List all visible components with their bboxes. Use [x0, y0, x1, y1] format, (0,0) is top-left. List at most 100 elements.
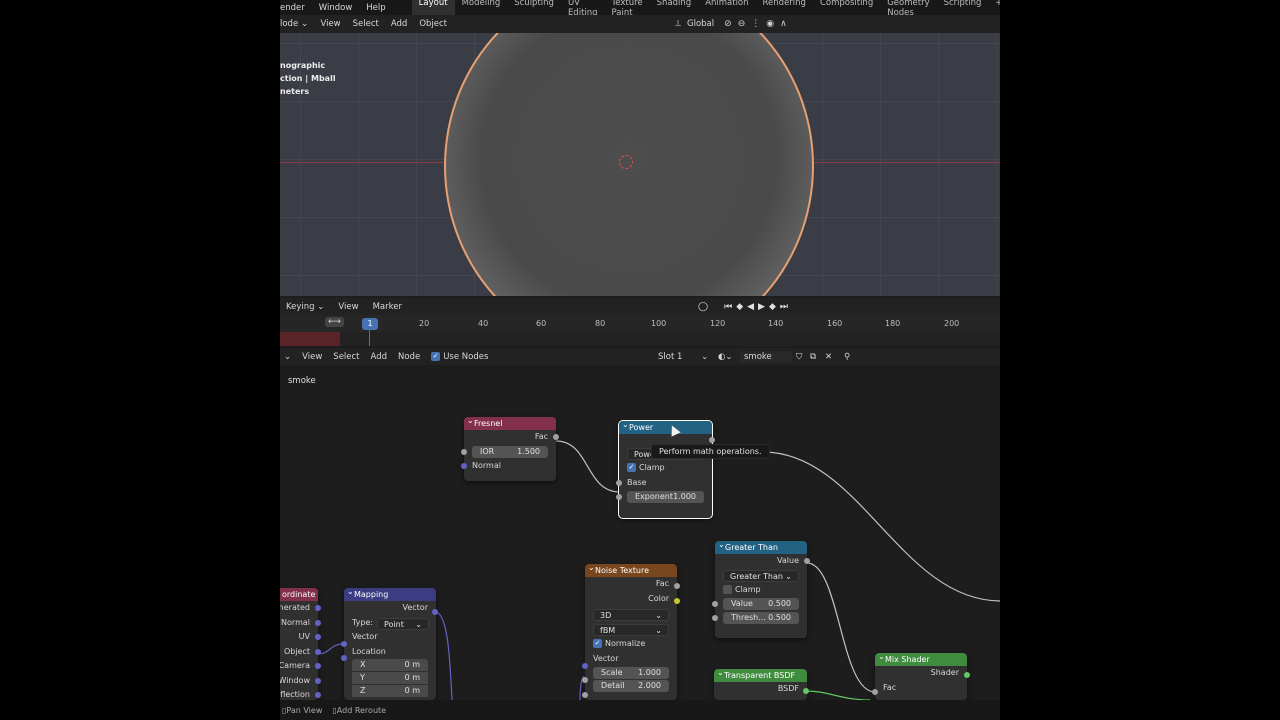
noise-color-socket[interactable] [674, 598, 680, 604]
node-mapping[interactable]: Mapping Vector Type: Point ⌄ Vector Locat… [344, 588, 436, 700]
mapping-vector-socket[interactable] [341, 641, 347, 647]
menu-help[interactable]: Help [360, 3, 393, 13]
scale-field[interactable]: Scale 1.000 [593, 667, 669, 679]
location-z-field[interactable]: Z 0 m [352, 685, 428, 697]
next-keyframe-icon[interactable]: ◆ [769, 302, 776, 312]
node-texture-coordinate[interactable]: ordinate enerated Normal UV Object Camer… [280, 588, 321, 700]
pivot-icon[interactable]: ⊘ [724, 19, 732, 29]
mix-fac-socket[interactable] [872, 689, 878, 695]
menu-object[interactable]: Object [419, 19, 447, 29]
socket[interactable] [709, 437, 715, 443]
pin-icon[interactable]: ⚲ [844, 352, 850, 362]
noise-scale-socket[interactable] [582, 677, 588, 683]
mapping-location-socket[interactable] [341, 655, 347, 661]
normalize-checkbox[interactable]: ✓ Normalize [585, 637, 677, 652]
socket[interactable] [712, 601, 718, 607]
type-dropdown[interactable]: Point ⌄ [377, 617, 429, 630]
node-header[interactable]: Noise Texture [585, 564, 677, 577]
operation-dropdown[interactable]: Greater Than ⌄ [723, 569, 799, 582]
detail-field[interactable]: Detail 2.000 [593, 680, 669, 692]
menu-ne-view[interactable]: View [302, 352, 322, 362]
socket[interactable] [461, 462, 467, 469]
mapping-out-socket[interactable] [432, 609, 438, 615]
socket[interactable] [553, 434, 559, 440]
menu-select[interactable]: Select [353, 19, 379, 29]
noise-vector-socket[interactable] [582, 663, 588, 669]
timeline-ruler[interactable]: ⟷ 20 40 60 80 100 120 140 160 180 200 [280, 315, 1000, 332]
play-icon[interactable]: ▶ [758, 302, 765, 312]
material-name-field[interactable]: smoke [740, 350, 792, 363]
timeline-track-area[interactable] [280, 332, 1000, 346]
node-header[interactable]: Greater Than [715, 538, 807, 554]
slot-dropdown[interactable]: Slot 1 ⌄ [658, 352, 708, 362]
node-noise-texture[interactable]: Noise Texture Fac Color 3D ⌄ fBM ⌄ ✓Normal… [585, 564, 677, 700]
menu-view[interactable]: View [320, 19, 340, 29]
resize-arrows-icon[interactable]: ⟷ [325, 317, 344, 327]
node-header[interactable]: Mix Shader [875, 653, 967, 666]
current-frame-indicator[interactable]: 1 [362, 318, 378, 330]
socket[interactable] [804, 558, 810, 564]
socket[interactable] [315, 634, 321, 640]
falloff-icon[interactable]: ∧ [780, 19, 787, 29]
3d-viewport[interactable]: nographic ction | Mball neters [280, 33, 1000, 296]
mix-shader-out-socket[interactable] [964, 672, 970, 678]
menu-ne-select[interactable]: Select [333, 352, 359, 362]
socket[interactable] [315, 692, 321, 698]
menu-timeline-view[interactable]: View [338, 302, 358, 312]
node-transparent-bsdf[interactable]: Transparent BSDF BSDF [714, 669, 807, 700]
proportional-edit-icon[interactable]: ◉ [766, 19, 774, 29]
socket[interactable] [712, 615, 718, 621]
prev-keyframe-icon[interactable]: ◆ [736, 302, 743, 312]
socket[interactable] [315, 663, 321, 669]
node-power[interactable]: Power Power⌄ ✓Clamp Base Exponent1.000 [616, 418, 715, 519]
location-x-field[interactable]: X 0 m [352, 659, 428, 671]
editor-type-chevron-icon[interactable]: ⌄ [284, 352, 291, 362]
node-fresnel[interactable]: Fresnel Fac IOR 1.500 Normal [461, 414, 559, 481]
jump-end-icon[interactable]: ⏭ [780, 302, 788, 312]
threshold-field[interactable]: Thresh... 0.500 [723, 612, 799, 624]
node-header[interactable]: ordinate [280, 588, 318, 601]
node-header[interactable]: Mapping [344, 588, 436, 601]
duplicate-material-icon[interactable]: ⧉ [810, 352, 816, 362]
clamp-checkbox[interactable]: ✓Clamp [715, 583, 807, 598]
play-reverse-icon[interactable]: ◀ [747, 302, 754, 312]
unlink-material-icon[interactable]: ✕ [825, 352, 832, 362]
menu-marker[interactable]: Marker [373, 302, 402, 312]
socket[interactable] [315, 605, 321, 611]
snap-icon[interactable]: ⊖ [738, 19, 746, 29]
socket[interactable] [616, 494, 622, 500]
menu-window[interactable]: Window [313, 3, 361, 13]
menu-ne-add[interactable]: Add [371, 352, 387, 362]
material-browse-icon[interactable]: ◐⌄ [718, 352, 733, 362]
auto-key-icon[interactable]: ◯ [698, 302, 708, 312]
dimensions-dropdown[interactable]: 3D ⌄ [593, 609, 669, 621]
ior-field[interactable]: IOR 1.500 [472, 445, 548, 458]
mode-dropdown[interactable]: lode ⌄ [280, 19, 308, 29]
socket[interactable] [315, 619, 321, 626]
node-header[interactable]: Fresnel [464, 414, 556, 430]
socket[interactable] [315, 648, 321, 655]
location-y-field[interactable]: Y 0 m [352, 672, 428, 684]
noise-detail-socket[interactable] [582, 692, 588, 698]
use-nodes-toggle[interactable]: ✓ Use Nodes [431, 351, 488, 362]
node-header[interactable]: Transparent BSDF [714, 669, 807, 682]
noise-type-dropdown[interactable]: fBM ⌄ [593, 624, 669, 636]
socket[interactable] [461, 448, 467, 455]
socket[interactable] [616, 479, 622, 486]
node-header[interactable]: Power [619, 418, 712, 434]
transparent-bsdf-socket[interactable] [803, 688, 809, 694]
noise-fac-socket[interactable] [674, 583, 680, 589]
jump-start-icon[interactable]: ⏮ [724, 302, 732, 312]
fake-user-icon[interactable]: ⛉ [796, 352, 802, 362]
socket[interactable] [315, 677, 321, 684]
value-field[interactable]: Value 0.500 [723, 598, 799, 610]
node-mix-shader[interactable]: Mix Shader Shader Fac [875, 653, 967, 700]
exponent-field[interactable]: Exponent 1.000 [627, 491, 704, 503]
menu-ne-node[interactable]: Node [398, 352, 420, 362]
node-greater-than[interactable]: Greater Than Value Greater Than⌄ ✓Clamp … [712, 538, 810, 638]
menu-render[interactable]: ender [280, 3, 313, 13]
snap-settings-icon[interactable]: ⋮ [751, 19, 760, 29]
menu-add[interactable]: Add [391, 19, 407, 29]
orientation-dropdown[interactable]: Global [687, 19, 714, 29]
clamp-checkbox[interactable]: ✓Clamp [619, 461, 712, 476]
